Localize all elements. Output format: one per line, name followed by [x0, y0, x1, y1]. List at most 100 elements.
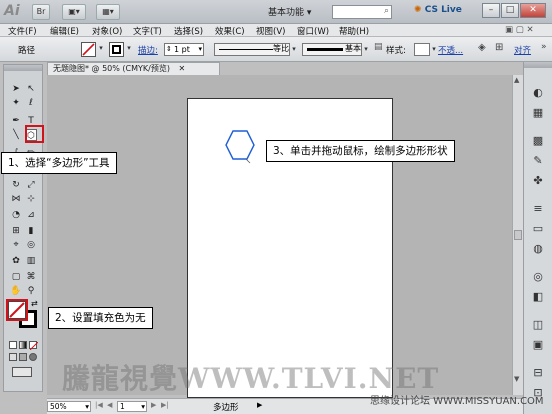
direct-selection-tool-icon[interactable]: ↖	[25, 83, 37, 95]
symbol-sprayer-tool-icon[interactable]: ✿	[10, 255, 22, 267]
chevron-down-icon[interactable]: ▾	[430, 44, 438, 55]
chevron-down-icon[interactable]: ▾	[125, 43, 133, 54]
title-bar: Ai Br ▣▾ ▦▾ 基本功能 ▾ ⌕ ✺ CS Live – □ ✕	[0, 0, 552, 24]
mesh-tool-icon[interactable]: ⊞	[10, 225, 22, 237]
graphic-styles-panel-icon[interactable]: ◧	[531, 290, 545, 304]
selection-tool-icon[interactable]: ➤	[10, 83, 22, 95]
tools-panel-grip[interactable]	[4, 65, 42, 71]
pen-tool-icon[interactable]: ✒	[10, 115, 22, 127]
appearance-panel-icon[interactable]: ◎	[531, 270, 545, 284]
slice-tool-icon[interactable]: ⌘	[25, 271, 37, 283]
status-menu-arrow-icon[interactable]: ▶	[257, 401, 262, 409]
menu-object[interactable]: 对象(O)	[92, 25, 122, 37]
stroke-panel-icon[interactable]: ≡	[531, 202, 545, 216]
screen-mode-button[interactable]: ▦▾	[96, 4, 120, 20]
close-tab-icon[interactable]: ✕	[179, 64, 186, 73]
color-mode-icon[interactable]	[9, 341, 17, 349]
stroke-link[interactable]: 描边:	[138, 44, 158, 56]
next-artboard-icon[interactable]: ▶	[151, 401, 156, 409]
menu-effect[interactable]: 效果(C)	[215, 25, 245, 37]
first-artboard-icon[interactable]: |◀	[95, 401, 103, 409]
scroll-up-arrow-icon[interactable]: ▲	[514, 76, 519, 84]
minimize-button[interactable]: –	[482, 3, 500, 18]
isolate-group-icon[interactable]: ⊞	[495, 42, 503, 53]
gradient-tool-icon[interactable]: ▮	[25, 225, 37, 237]
stroke-swatch[interactable]	[109, 42, 124, 57]
none-mode-icon[interactable]	[29, 341, 38, 350]
zoom-tool-icon[interactable]: ⚲	[25, 285, 37, 297]
align-link[interactable]: 对齐	[514, 44, 531, 56]
brushes-panel-icon[interactable]: ✎	[531, 154, 545, 168]
menu-edit[interactable]: 编辑(E)	[50, 25, 79, 37]
swatches-panel-icon[interactable]: ▩	[531, 134, 545, 148]
close-button[interactable]: ✕	[520, 3, 546, 18]
screen-mode-icon[interactable]	[12, 367, 32, 377]
width-tool-icon[interactable]: ⋈	[10, 193, 22, 205]
stroke-weight-field[interactable]: ⇕ 1 pt ▾	[164, 43, 204, 56]
scroll-down-arrow-icon[interactable]: ▼	[514, 375, 519, 383]
last-artboard-icon[interactable]: ▶|	[161, 401, 169, 409]
magic-wand-tool-icon[interactable]: ✦	[10, 97, 22, 109]
swap-fill-stroke-icon[interactable]: ⇄	[31, 299, 38, 308]
hand-tool-icon[interactable]: ✋	[10, 285, 22, 297]
perspective-grid-tool-icon[interactable]: ⊿	[25, 209, 37, 221]
brush-options-icon[interactable]: ▤	[374, 42, 383, 52]
artboards-panel-icon[interactable]: ▣	[531, 338, 545, 352]
artboard-tool-icon[interactable]: ▢	[10, 271, 22, 283]
symbols-panel-icon[interactable]: ✤	[531, 174, 545, 188]
chevron-down-icon[interactable]: ▾	[97, 43, 105, 54]
variable-width-profile[interactable]: 等比	[214, 43, 290, 56]
artboard-number-field[interactable]: 1 ▾	[117, 401, 147, 412]
menu-select[interactable]: 选择(S)	[174, 25, 203, 37]
cs-live-button[interactable]: ✺ CS Live	[414, 5, 462, 15]
zoom-field[interactable]: 50% ▾	[47, 401, 91, 412]
chevron-down-icon[interactable]: ▾	[362, 44, 370, 55]
free-transform-tool-icon[interactable]: ⊹	[25, 193, 37, 205]
column-graph-tool-icon[interactable]: ▥	[25, 255, 37, 267]
panel-dock-grip[interactable]	[524, 62, 552, 68]
color-panel-icon[interactable]: ◐	[531, 86, 545, 100]
draw-inside-icon[interactable]	[29, 353, 37, 361]
object-type-label: 路径	[18, 46, 36, 56]
previous-artboard-icon[interactable]: ◀	[107, 401, 112, 409]
menu-file[interactable]: 文件(F)	[8, 25, 37, 37]
search-help-field[interactable]: ⌕	[332, 5, 392, 19]
blend-tool-icon[interactable]: ◎	[25, 239, 37, 251]
brush-definition[interactable]: 基本	[302, 43, 362, 56]
bridge-button[interactable]: Br	[32, 4, 50, 20]
cursor-crosshair-icon	[245, 158, 251, 164]
eyedropper-tool-icon[interactable]: ⌖	[10, 239, 22, 251]
gradient-panel-icon[interactable]: ▭	[531, 222, 545, 236]
scale-tool-icon[interactable]: ⤢	[25, 179, 37, 191]
document-tab[interactable]: 无题隐图* @ 50% (CMYK/预览) ✕	[47, 62, 220, 75]
chevron-down-icon[interactable]: ▾	[290, 44, 298, 55]
line-tool-icon[interactable]: ╲	[10, 129, 22, 141]
menu-type[interactable]: 文字(T)	[133, 25, 162, 37]
chevron-down-icon: ▾	[306, 8, 312, 18]
maximize-button[interactable]: □	[501, 3, 519, 18]
opacity-link[interactable]: 不透...	[438, 44, 463, 56]
menu-window[interactable]: 窗口(W)	[297, 25, 329, 37]
style-swatch[interactable]	[414, 43, 430, 56]
color-guide-icon[interactable]: ▦	[531, 106, 545, 120]
gradient-mode-icon[interactable]	[19, 341, 27, 349]
menu-help[interactable]: 帮助(H)	[339, 25, 369, 37]
document-window-controls[interactable]: ▣ ▢ ✕	[505, 25, 534, 35]
menu-view[interactable]: 视图(V)	[256, 25, 285, 37]
shape-builder-tool-icon[interactable]: ◔	[10, 209, 22, 221]
recolor-artwork-icon[interactable]: ◈	[478, 42, 486, 53]
arrange-documents-button[interactable]: ▣▾	[62, 4, 86, 20]
layers-panel-icon[interactable]: ◫	[531, 318, 545, 332]
fill-swatch[interactable]	[81, 42, 96, 57]
workspace-switcher[interactable]: 基本功能 ▾	[268, 5, 311, 18]
more-options-icon[interactable]: »	[541, 42, 547, 52]
polygon-shape[interactable]	[220, 128, 260, 164]
transparency-panel-icon[interactable]: ◍	[531, 242, 545, 256]
lasso-tool-icon[interactable]: ℓ	[25, 97, 37, 109]
vertical-scrollbar[interactable]: ▲ ▼	[512, 75, 523, 395]
scroll-thumb[interactable]	[514, 230, 522, 240]
rotate-tool-icon[interactable]: ↻	[10, 179, 22, 191]
align-panel-icon[interactable]: ⊟	[531, 366, 545, 380]
draw-behind-icon[interactable]	[19, 353, 27, 361]
draw-normal-icon[interactable]	[9, 353, 17, 361]
